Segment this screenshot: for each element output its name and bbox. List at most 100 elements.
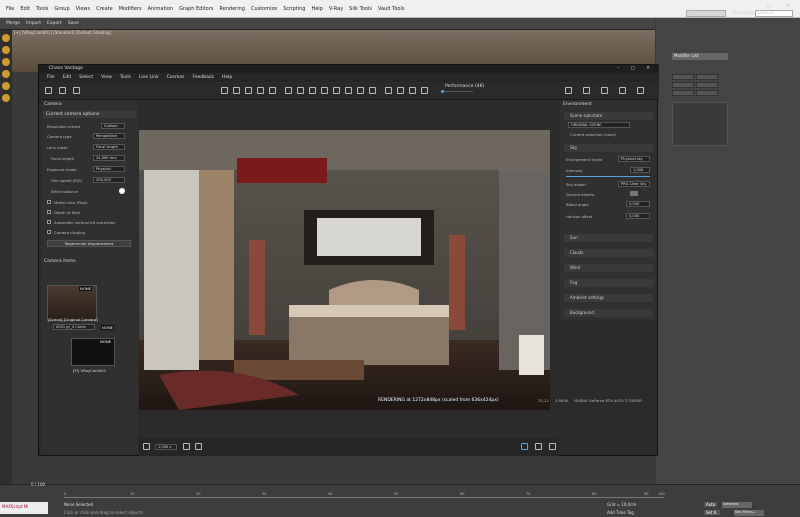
rotate-icon[interactable] (245, 87, 252, 94)
light-icon[interactable] (2, 58, 10, 66)
key-selection-dropdown[interactable]: Selected (722, 502, 752, 508)
menu-tools[interactable]: Tools (120, 75, 131, 80)
camera-icon[interactable] (45, 87, 52, 94)
export-button[interactable]: Export (47, 21, 62, 26)
menu-scripting[interactable]: Scripting (283, 6, 305, 12)
ambient-settings-section[interactable]: Ambient settings (564, 294, 653, 302)
exposure-mode-dropdown[interactable]: Physical (93, 166, 125, 172)
menu-feedback[interactable]: Feedback (193, 75, 214, 80)
menu-rendering[interactable]: Rendering (219, 6, 245, 12)
intensity-slider[interactable] (566, 176, 650, 177)
light-icon[interactable] (2, 34, 10, 42)
object-type-button[interactable] (696, 74, 718, 80)
menu-modifiers[interactable]: Modifiers (119, 6, 142, 12)
object-type-button[interactable] (672, 74, 694, 80)
move-icon[interactable] (233, 87, 240, 94)
menu-views[interactable]: Views (76, 6, 90, 12)
material-icon[interactable] (297, 87, 304, 94)
horizon-offset-field[interactable]: 0,000 (626, 213, 650, 219)
window-controls[interactable]: – ▢ ✕ (617, 65, 655, 73)
maxscript-listener[interactable]: MAXScript Mi (0, 502, 48, 514)
light-icon[interactable] (2, 70, 10, 78)
background-section[interactable]: Background (564, 309, 653, 317)
object-type-button[interactable] (696, 82, 718, 88)
sign-in-button[interactable]: Sign In (686, 10, 726, 17)
menu-view[interactable]: View (101, 75, 112, 80)
menu-graph-editors[interactable]: Graph Editors (179, 6, 213, 12)
menu-animation[interactable]: Animation (148, 6, 174, 12)
menu-group[interactable]: Group (54, 6, 69, 12)
sequence-icon[interactable] (357, 87, 364, 94)
time-ruler[interactable]: 0 10 20 30 40 50 60 70 80 90 100 (64, 492, 665, 498)
light-icon[interactable] (2, 94, 10, 102)
performance-slider-handle[interactable] (441, 90, 444, 93)
render-icon[interactable] (369, 87, 376, 94)
menu-file[interactable]: File (6, 6, 14, 12)
scene-state-dropdown[interactable]: ORIGINAL SCENE (568, 122, 630, 128)
key-filters-button[interactable]: Key Filters... (734, 510, 764, 516)
performance-mode[interactable]: Performance (4K) (445, 84, 484, 89)
capture-icon[interactable] (385, 87, 392, 94)
settings-icon[interactable] (601, 87, 608, 94)
pivot-icon[interactable] (269, 87, 276, 94)
menu-select[interactable]: Select (79, 75, 93, 80)
tag-icon[interactable] (409, 87, 416, 94)
merge-button[interactable]: Merge (6, 21, 20, 26)
object-type-button[interactable] (696, 90, 718, 96)
object-type-button[interactable] (672, 90, 694, 96)
environment-icon[interactable] (565, 87, 572, 94)
screenshot-icon[interactable] (73, 87, 80, 94)
menu-tools[interactable]: Tools (36, 6, 48, 12)
window-titlebar[interactable]: Chaos Vantage – ▢ ✕ (39, 65, 659, 73)
motion-blur-checkbox[interactable] (47, 200, 51, 204)
fog-section[interactable]: Fog (564, 279, 653, 287)
sky-model-dropdown[interactable]: PRG Clear Sky (618, 181, 650, 187)
light-icon[interactable] (309, 87, 316, 94)
menu-customize[interactable]: Customize (251, 6, 277, 12)
camera-clipping-checkbox[interactable] (47, 230, 51, 234)
menu-help[interactable]: Help (311, 6, 322, 12)
snapshot-icon[interactable] (333, 87, 340, 94)
sky-section[interactable]: Sky (564, 144, 653, 152)
camera-items-icon[interactable] (59, 87, 66, 94)
camera-type-dropdown[interactable]: Perspective (93, 133, 125, 139)
save-button[interactable]: Save (68, 21, 79, 26)
frame-counter[interactable]: 0 / 100 (31, 482, 45, 487)
set-key-button[interactable]: Set K. (704, 510, 720, 515)
wind-section[interactable]: Wind (564, 264, 653, 272)
depth-of-field-checkbox[interactable] (47, 210, 51, 214)
menu-silk-tools[interactable]: Silk Tools (349, 6, 372, 12)
add-icon[interactable] (195, 443, 202, 450)
select-icon[interactable] (221, 87, 228, 94)
performance-slider[interactable] (443, 91, 473, 92)
bookmark-icon[interactable] (321, 87, 328, 94)
menu-file[interactable]: File (47, 75, 55, 80)
animation-icon[interactable] (345, 87, 352, 94)
scene-sub-state-section[interactable]: Scene sub-state (564, 112, 653, 120)
lens-mode-dropdown[interactable]: Focal length (93, 144, 125, 150)
menu-live-link[interactable]: Live Link (139, 75, 159, 80)
monitor-icon[interactable] (421, 87, 428, 94)
sun-icon[interactable] (583, 87, 590, 94)
light-icon[interactable] (2, 82, 10, 90)
modifier-list-dropdown[interactable]: Modifier List (672, 53, 728, 60)
live-link-icon[interactable] (521, 443, 528, 450)
object-icon[interactable] (285, 87, 292, 94)
add-time-tag-button[interactable]: Add Time Tag (607, 510, 634, 515)
ground-albedo-swatch[interactable] (630, 191, 638, 196)
camera-name-field[interactable]: 0001 gr_4 Came (53, 324, 95, 330)
scale-icon[interactable] (257, 87, 264, 94)
menu-edit[interactable]: Edit (63, 75, 72, 80)
menu-create[interactable]: Create (96, 6, 113, 12)
current-camera-options-section[interactable]: Current camera options (43, 111, 136, 118)
layout-icon[interactable] (143, 443, 150, 450)
render-viewport[interactable] (139, 130, 550, 410)
effects-icon[interactable] (619, 87, 626, 94)
auto-key-button[interactable]: Auto (704, 502, 718, 507)
zoom-dropdown[interactable]: 1,000 x (155, 444, 177, 450)
window-controls[interactable]: – ▢ ✕ (748, 2, 796, 9)
import-button[interactable]: Import (26, 21, 41, 26)
blend-angle-field[interactable]: 0,000 (626, 201, 650, 207)
light-icon[interactable] (2, 46, 10, 54)
white-balance-swatch[interactable] (119, 188, 125, 194)
